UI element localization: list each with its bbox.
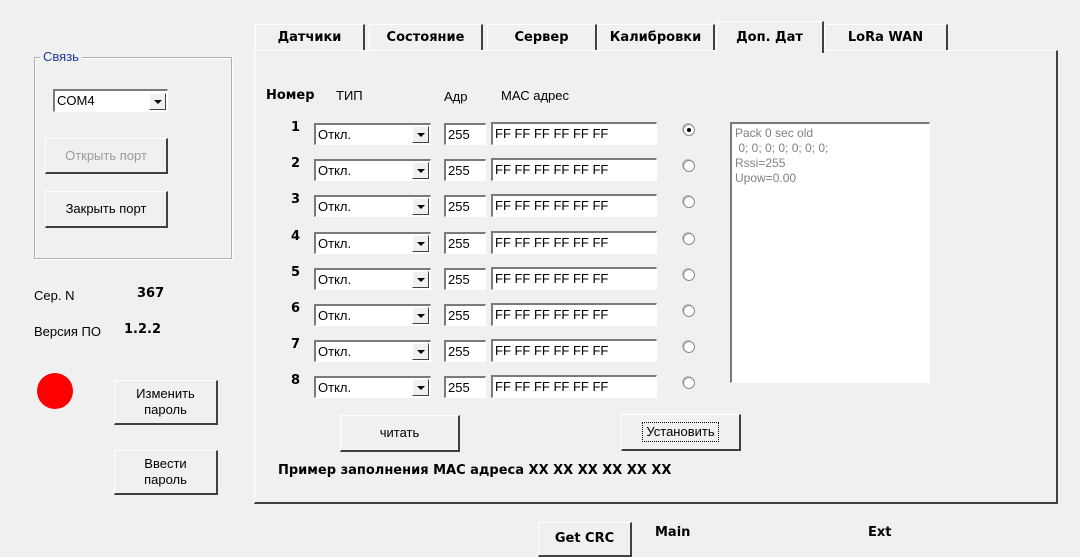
- status-led: [37, 373, 73, 409]
- sensor-mac-field[interactable]: FF FF FF FF FF FF: [491, 158, 657, 181]
- header-mac: МАС адрес: [501, 88, 569, 103]
- row-number: 3: [291, 192, 301, 207]
- header-type: ТИП: [336, 88, 363, 103]
- chevron-down-icon[interactable]: [412, 307, 429, 324]
- sensor-addr-field[interactable]: 255: [444, 159, 486, 181]
- sensor-type-select[interactable]: Откл.: [314, 268, 431, 290]
- chevron-down-icon[interactable]: [412, 162, 429, 179]
- sensor-radio[interactable]: [683, 233, 695, 245]
- header-number: Номер: [266, 88, 315, 103]
- sensor-mac-field[interactable]: FF FF FF FF FF FF: [491, 303, 657, 326]
- sensor-addr-field[interactable]: 255: [444, 340, 486, 362]
- sensor-type-value: Откл.: [318, 308, 352, 323]
- port-select[interactable]: COM4: [53, 89, 168, 112]
- sensor-mac-field[interactable]: FF FF FF FF FF FF: [491, 194, 657, 217]
- tab-calibrations[interactable]: Калибровки: [597, 24, 715, 50]
- sensor-mac-field[interactable]: FF FF FF FF FF FF: [491, 339, 657, 362]
- row-number: 2: [291, 156, 301, 171]
- sensor-type-value: Откл.: [318, 344, 352, 359]
- row-number: 4: [291, 229, 301, 244]
- sensor-type-select[interactable]: Откл.: [314, 340, 431, 362]
- get-crc-button[interactable]: Get CRC: [538, 522, 632, 557]
- sensor-addr-field[interactable]: 255: [444, 376, 486, 398]
- sensor-mac-field[interactable]: FF FF FF FF FF FF: [491, 267, 657, 290]
- main-label: Main: [655, 525, 691, 540]
- sensor-type-value: Откл.: [318, 272, 352, 287]
- row-number: 5: [291, 265, 301, 280]
- sensor-mac-field[interactable]: FF FF FF FF FF FF: [491, 122, 657, 145]
- chevron-down-icon[interactable]: [412, 379, 429, 396]
- sensor-addr-field[interactable]: 255: [444, 195, 486, 217]
- sensor-type-value: Откл.: [318, 127, 352, 142]
- sensor-type-value: Откл.: [318, 163, 352, 178]
- sensor-type-select[interactable]: Откл.: [314, 195, 431, 217]
- sensor-type-select[interactable]: Откл.: [314, 304, 431, 326]
- sensor-radio[interactable]: [683, 124, 695, 136]
- sensor-addr-field[interactable]: 255: [444, 123, 486, 145]
- tab-state[interactable]: Состояние: [369, 24, 483, 50]
- change-password-button[interactable]: Изменить пароль: [114, 380, 218, 425]
- read-button[interactable]: читать: [340, 415, 460, 452]
- sensor-addr-field[interactable]: 255: [444, 268, 486, 290]
- chevron-down-icon[interactable]: [412, 126, 429, 143]
- close-port-button[interactable]: Закрыть порт: [45, 191, 168, 228]
- enter-password-label-line2: пароль: [144, 472, 187, 487]
- enter-password-label-line1: Ввести: [144, 456, 187, 471]
- tab-lora-wan[interactable]: LoRa WAN: [824, 24, 948, 50]
- sensor-mac-field[interactable]: FF FF FF FF FF FF: [491, 375, 657, 398]
- sensor-radio[interactable]: [683, 305, 695, 317]
- set-button-label: Установить: [642, 422, 719, 442]
- sensor-radio[interactable]: [683, 341, 695, 353]
- enter-password-button[interactable]: Ввести пароль: [114, 450, 218, 495]
- sensor-addr-field[interactable]: 255: [444, 232, 486, 254]
- serial-label: Сер. N: [34, 288, 75, 303]
- sensor-type-select[interactable]: Откл.: [314, 159, 431, 181]
- sensor-radio[interactable]: [683, 196, 695, 208]
- sensor-radio[interactable]: [683, 377, 695, 389]
- row-number: 8: [291, 373, 301, 388]
- sensor-addr-field[interactable]: 255: [444, 304, 486, 326]
- sensor-radio[interactable]: [683, 269, 695, 281]
- tab-server[interactable]: Сервер: [487, 24, 597, 50]
- sensor-type-value: Откл.: [318, 380, 352, 395]
- change-password-label-line2: пароль: [144, 402, 187, 417]
- change-password-label-line1: Изменить: [136, 386, 195, 401]
- ext-label: Ext: [868, 525, 892, 540]
- mac-example-text: Пример заполнения МАС адреса XX XX XX XX…: [278, 463, 672, 478]
- open-port-button[interactable]: Открыть порт: [45, 138, 168, 174]
- port-select-value: COM4: [57, 93, 95, 108]
- sensor-type-select[interactable]: Откл.: [314, 123, 431, 145]
- set-button[interactable]: Установить: [621, 414, 741, 451]
- chevron-down-icon[interactable]: [149, 93, 166, 110]
- sensor-type-select[interactable]: Откл.: [314, 376, 431, 398]
- chevron-down-icon[interactable]: [412, 343, 429, 360]
- chevron-down-icon[interactable]: [412, 271, 429, 288]
- window-top-strip: [0, 0, 1080, 14]
- chevron-down-icon[interactable]: [412, 198, 429, 215]
- chevron-down-icon[interactable]: [412, 235, 429, 252]
- sensor-mac-field[interactable]: FF FF FF FF FF FF: [491, 231, 657, 254]
- row-number: 7: [291, 337, 301, 352]
- firmware-value: 1.2.2: [124, 322, 162, 337]
- row-number: 1: [291, 120, 301, 135]
- firmware-label: Версия ПО: [34, 324, 101, 339]
- serial-value: 367: [137, 286, 165, 301]
- info-memo[interactable]: Pack 0 sec old 0; 0; 0; 0; 0; 0; 0; Rssi…: [730, 122, 930, 383]
- row-number: 6: [291, 301, 301, 316]
- connection-group-title: Связь: [40, 49, 82, 64]
- sensor-type-value: Откл.: [318, 236, 352, 251]
- header-addr: Адр: [444, 89, 468, 104]
- sensor-type-value: Откл.: [318, 199, 352, 214]
- tab-sensors[interactable]: Датчики: [255, 24, 365, 50]
- sensor-radio[interactable]: [683, 160, 695, 172]
- sensor-type-select[interactable]: Откл.: [314, 232, 431, 254]
- tab-extra-sensors[interactable]: Доп. Дат: [716, 21, 824, 53]
